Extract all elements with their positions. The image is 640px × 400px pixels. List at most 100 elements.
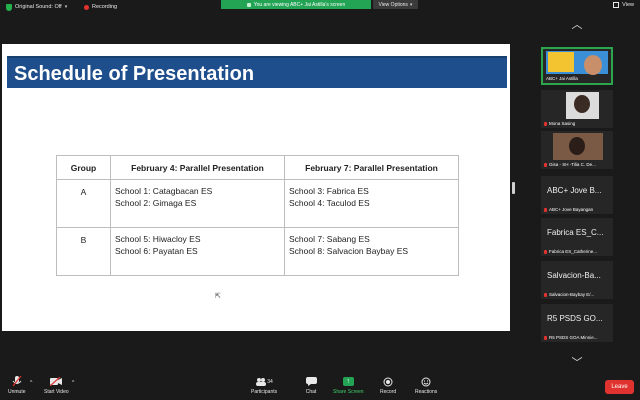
school-entry: School 6: Payatan ES xyxy=(115,246,198,256)
video-options-button[interactable]: ^ xyxy=(72,380,74,386)
header-group: Group xyxy=(56,155,111,180)
view-options-label: View Options xyxy=(378,1,408,8)
smiley-icon xyxy=(420,376,432,387)
participant-name: Salvacion-Baybay E/... xyxy=(544,292,594,297)
participant-face xyxy=(574,95,590,113)
cartoon-graphic xyxy=(548,52,574,72)
participant-video xyxy=(553,133,603,160)
participant-video xyxy=(566,92,599,119)
original-sound-label: Original Sound: Off xyxy=(15,4,62,10)
share-screen-button[interactable]: ↑ Share Screen xyxy=(333,376,364,395)
view-options-button[interactable]: View Options ▾ xyxy=(373,0,418,9)
feb4-cell: School 1: Catagbacan ES School 2: Gimaga… xyxy=(110,179,285,228)
school-entry: School 3: Fabrica ES xyxy=(289,186,369,196)
school-entry: School 7: Sabang ES xyxy=(289,234,370,244)
grid-view-icon xyxy=(613,2,620,8)
chevron-up-icon: ^ xyxy=(30,380,33,386)
participant-name: ABC+ Jai Astilla xyxy=(546,76,578,81)
recording-label: Recording xyxy=(92,4,118,10)
group-cell: B xyxy=(56,227,111,276)
viewing-banner: You are viewing ABC+ Jai Astilla's scree… xyxy=(221,0,371,9)
mic-muted-icon xyxy=(544,162,547,167)
share-arrow-icon: ↑ xyxy=(342,377,354,386)
schedule-table: Group February 4: Parallel Presentation … xyxy=(56,155,459,276)
school-entry: School 1: Catagbacan ES xyxy=(115,186,213,196)
chevron-down-icon: ▾ xyxy=(409,1,413,8)
participant-video xyxy=(546,51,608,75)
participant-count: 34 xyxy=(267,378,273,385)
chat-button[interactable]: Chat xyxy=(305,376,317,395)
top-bar: Original Sound: Off ▾ Recording You are … xyxy=(0,0,640,14)
participant-display-name: R5 PSDS GO... xyxy=(547,314,603,323)
leave-button[interactable]: Leave xyxy=(605,380,634,394)
shield-icon xyxy=(6,3,12,11)
slide-title: Schedule of Presentation xyxy=(14,63,255,85)
participants-icon: 34 xyxy=(254,376,274,387)
participant-name: Mona Sasing xyxy=(544,121,575,126)
participant-name: R5 PSDS GOA Minnie... xyxy=(544,335,598,340)
view-label: View xyxy=(622,2,634,8)
start-video-label: Start Video xyxy=(44,389,69,395)
mic-muted-icon xyxy=(11,376,23,387)
feb7-cell: School 3: Fabrica ES School 4: Taculod E… xyxy=(284,179,459,228)
feb4-cell: School 5: Hiwacloy ES School 6: Payatan … xyxy=(110,227,285,276)
screen-share-icon xyxy=(246,2,251,7)
participant-face xyxy=(584,55,602,75)
participant-face xyxy=(569,137,585,155)
record-icon xyxy=(382,376,394,387)
group-cell: A xyxy=(56,179,111,228)
mic-muted-icon xyxy=(544,121,547,126)
header-feb7: February 7: Parallel Presentation xyxy=(284,155,459,180)
reactions-label: Reactions xyxy=(415,389,438,395)
shared-screen-slide: Schedule of Presentation Group February … xyxy=(2,44,510,331)
header-feb4: February 4: Parallel Presentation xyxy=(110,155,285,180)
mic-muted-icon xyxy=(544,292,547,297)
chevron-down-icon: ▾ xyxy=(64,4,68,10)
reactions-button[interactable]: Reactions xyxy=(415,376,437,395)
meeting-toolbar: Unmute ^ Start Video ^ 34 Participants C… xyxy=(0,374,640,400)
participant-name: Fabrica ES_Catherine... xyxy=(544,249,597,254)
panel-resize-handle[interactable] xyxy=(512,182,515,194)
participant-tile[interactable]: R5 PSDS GO... R5 PSDS GOA Minnie... xyxy=(541,304,613,342)
share-screen-label: Share Screen xyxy=(333,389,364,395)
participant-tile[interactable]: Gisa - SH -Tilia C. De... xyxy=(541,131,613,169)
record-label: Record xyxy=(380,389,397,395)
recording-indicator[interactable]: Recording xyxy=(84,2,117,12)
school-entry: School 5: Hiwacloy ES xyxy=(115,234,201,244)
school-entry: School 4: Taculod ES xyxy=(289,198,370,208)
participant-name: Gisa - SH -Tilia C. De... xyxy=(544,162,596,167)
feb7-cell: School 7: Sabang ES School 8: Salvacion … xyxy=(284,227,459,276)
participant-display-name: Salvacion-Ba... xyxy=(547,271,601,280)
chevron-up-icon: ^ xyxy=(72,380,75,386)
record-button[interactable]: Record xyxy=(380,376,396,395)
table-header-row: Group February 4: Parallel Presentation … xyxy=(56,155,459,180)
participant-display-name: Fabrica ES_C... xyxy=(547,228,604,237)
participants-button[interactable]: 34 Participants xyxy=(251,376,277,395)
participant-tile[interactable]: Fabrica ES_C... Fabrica ES_Catherine... xyxy=(541,218,613,256)
table-row: A School 1: Catagbacan ES School 2: Gima… xyxy=(56,179,459,228)
share-screen-icon: ↑ xyxy=(342,376,354,387)
scroll-up-button[interactable]: ︿ xyxy=(568,20,586,31)
unmute-button[interactable]: Unmute xyxy=(8,376,26,395)
participant-tile[interactable]: ABC+ Jove B... ABC+ Jove Bayangan xyxy=(541,176,613,214)
participants-label: Participants xyxy=(251,389,278,395)
chat-label: Chat xyxy=(305,389,317,395)
table-row: B School 5: Hiwacloy ES School 6: Payata… xyxy=(56,227,459,276)
record-dot-icon xyxy=(84,4,89,10)
scroll-down-button[interactable]: ﹀ xyxy=(568,358,586,369)
view-button[interactable]: View xyxy=(613,2,634,8)
school-entry: School 2: Gimaga ES xyxy=(115,198,197,208)
mouse-cursor-icon: ⇱ xyxy=(215,293,221,300)
audio-options-button[interactable]: ^ xyxy=(30,380,32,386)
participant-tile[interactable]: Mona Sasing xyxy=(541,90,613,128)
chat-icon xyxy=(305,376,317,387)
original-sound-toggle[interactable]: Original Sound: Off ▾ xyxy=(6,2,67,12)
video-off-icon xyxy=(50,376,63,387)
unmute-label: Unmute xyxy=(8,389,26,395)
mic-muted-icon xyxy=(544,335,547,340)
participant-tile[interactable]: ABC+ Jai Astilla xyxy=(541,47,613,85)
start-video-button[interactable]: Start Video xyxy=(44,376,69,395)
viewing-banner-text: You are viewing ABC+ Jai Astilla's scree… xyxy=(253,1,346,8)
participant-tile[interactable]: Salvacion-Ba... Salvacion-Baybay E/... xyxy=(541,261,613,299)
slide-title-bar: Schedule of Presentation xyxy=(7,56,507,88)
